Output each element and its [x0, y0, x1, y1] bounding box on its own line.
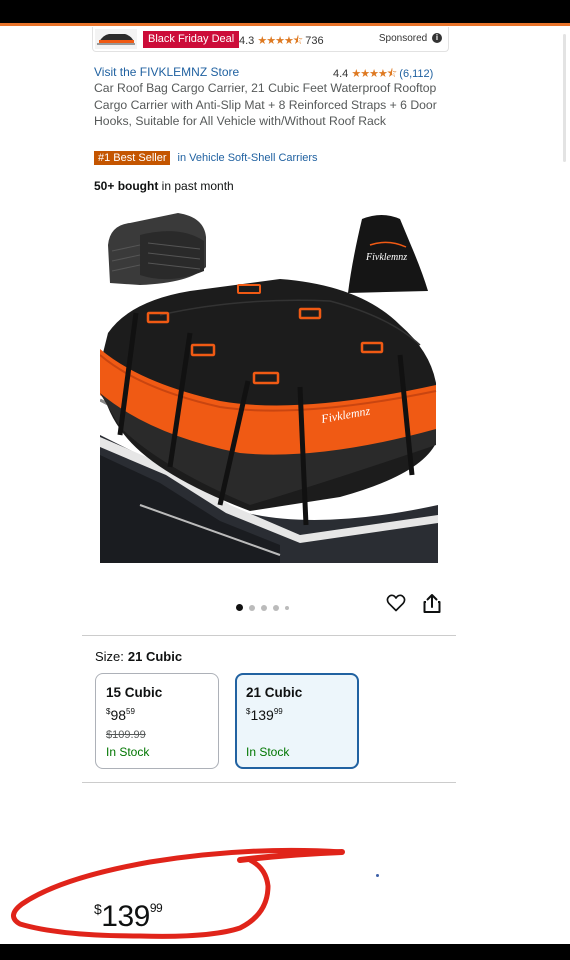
share-icon[interactable]	[423, 593, 441, 613]
size-selected-value: 21 Cubic	[127, 649, 183, 664]
navigation-bar	[0, 944, 570, 960]
size-option-stock: In Stock	[246, 745, 290, 759]
bestseller-category-link[interactable]: in Vehicle Soft-Shell Carriers	[178, 152, 318, 164]
size-option-21-cubic[interactable]: 21 Cubic $13999 In Stock	[235, 673, 359, 769]
size-option-15-cubic[interactable]: 15 Cubic $9859 $109.99 In Stock	[95, 673, 219, 769]
scroll-indicator	[563, 34, 566, 162]
carousel-dot-3[interactable]	[261, 604, 267, 611]
heart-icon[interactable]	[386, 593, 406, 613]
ad-product-thumbnail	[95, 29, 137, 49]
product-image[interactable]: Fivklemnz Fivklemnz	[100, 205, 438, 563]
section-divider	[82, 782, 456, 783]
carousel-dot-2[interactable]	[249, 604, 255, 611]
size-option-name: 15 Cubic	[106, 685, 163, 700]
carousel-dot-5[interactable]	[285, 605, 289, 610]
header-accent-line	[0, 23, 570, 26]
sponsored-label[interactable]: Sponsored i	[379, 33, 442, 44]
size-option-price: $13999	[246, 707, 283, 723]
ad-rating: 4.3 ★★★★⯪ 736	[239, 32, 324, 51]
bought-count-rest: in past month	[158, 179, 234, 193]
size-label: Size: 21 Cubic	[95, 649, 182, 664]
stray-mark	[376, 874, 379, 877]
image-carousel-dots[interactable]	[236, 599, 295, 612]
ad-rating-stars: ★★★★⯪	[257, 35, 303, 47]
bought-count: 50+ bought in past month	[94, 179, 234, 193]
status-bar	[0, 0, 570, 23]
size-option-list-price: $109.99	[106, 729, 146, 741]
price-whole: 139	[101, 900, 150, 933]
size-option-stock: In Stock	[106, 745, 150, 759]
bestseller-badge: #1 Best Seller	[94, 151, 171, 165]
sponsored-text: Sponsored	[378, 33, 428, 44]
size-option-price: $9859	[106, 707, 135, 723]
size-option-name: 21 Cubic	[246, 685, 303, 700]
carousel-dot-1[interactable]	[236, 604, 243, 612]
rating-stars: ★★★★⯪	[351, 68, 397, 80]
product-title: Car Roof Bag Cargo Carrier, 21 Cubic Fee…	[94, 81, 437, 128]
rating-value: 4.4	[333, 68, 349, 80]
size-label-text: Size:	[95, 649, 124, 664]
rating-count[interactable]: (6,112)	[399, 68, 433, 80]
section-divider	[82, 635, 456, 636]
ad-rating-count: 736	[305, 35, 324, 47]
red-circle-annotation	[11, 847, 345, 939]
info-icon[interactable]: i	[432, 33, 442, 44]
store-link[interactable]: Visit the FIVKLEMNZ Store	[94, 65, 239, 79]
price-display: $13999	[94, 900, 163, 934]
sponsored-ad-banner[interactable]: Black Friday Deal 4.3 ★★★★⯪ 736 Sponsore…	[92, 27, 449, 52]
price-fraction: 99	[149, 901, 163, 915]
carousel-dot-4[interactable]	[273, 604, 279, 611]
deal-badge: Black Friday Deal	[143, 31, 240, 48]
ad-rating-value: 4.3	[239, 35, 255, 47]
bestseller-row: #1 Best Seller in Vehicle Soft-Shell Car…	[94, 151, 318, 165]
bought-count-bold: 50+ bought	[94, 179, 159, 193]
bag-brand-text: Fivklemnz	[365, 252, 407, 263]
